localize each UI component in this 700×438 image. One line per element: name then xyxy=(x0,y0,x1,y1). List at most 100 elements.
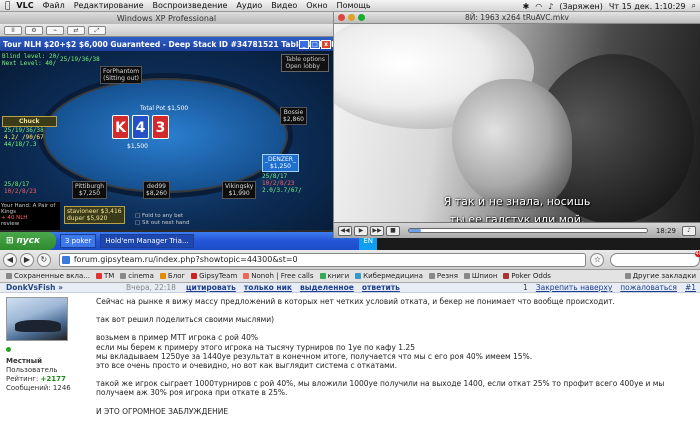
reload-icon[interactable]: ↻ xyxy=(36,252,51,267)
video-controls: ◀◀ ▶ ▶▶ ■ 18:29 ♪ xyxy=(334,222,700,238)
search-field[interactable]: 40 xyxy=(610,250,700,267)
seat-vikingsky[interactable]: Vikingsky $1,990 xyxy=(222,181,257,199)
start-button[interactable]: ⊞ пуск xyxy=(0,232,56,250)
language-indicator[interactable]: EN xyxy=(363,237,373,245)
sit-out-checkbox[interactable]: □ Sit out next hand xyxy=(135,220,189,227)
next-level: Next Level: 40/ xyxy=(2,60,57,67)
complain-link[interactable]: пожаловаться xyxy=(620,283,677,292)
menu-app-name[interactable]: VLC xyxy=(16,1,33,10)
post-paragraph-5: И ЭТО ОГРОМНОЕ ЗАБЛУЖДЕНИЕ xyxy=(96,406,229,416)
online-status-icon xyxy=(6,347,11,352)
taskbar-item-poker[interactable]: 3 poker xyxy=(60,234,97,248)
zoom-window-icon[interactable] xyxy=(358,14,365,21)
wifi-icon[interactable]: ◠ xyxy=(535,2,542,11)
seat-name: ded99 xyxy=(147,183,166,190)
seat-name: Vikingsky xyxy=(225,183,254,190)
battery-status[interactable]: (Заряжен) xyxy=(559,2,603,11)
seat-bossie[interactable]: Bossie $2,860 xyxy=(280,107,307,125)
volume-icon[interactable]: ♪ xyxy=(548,2,553,11)
bookmark-item[interactable]: Шпион xyxy=(463,272,497,280)
volume-slider-icon[interactable]: ♪ xyxy=(682,225,696,236)
avatar[interactable] xyxy=(6,297,68,341)
seat-hero[interactable]: stavioneer $3,416 duper $5,920 xyxy=(64,206,125,224)
fullscreen-icon[interactable]: ⤢ xyxy=(88,25,106,35)
bookmark-label: Кибермедицина xyxy=(363,272,423,280)
address-bar[interactable]: forum.gipsyteam.ru/index.php?showtopic=4… xyxy=(58,252,587,267)
menu-window[interactable]: Окно xyxy=(306,1,327,10)
apple-icon[interactable]:  xyxy=(5,1,10,11)
bookmark-item[interactable]: Poker Odds xyxy=(503,272,551,280)
back-icon[interactable]: ◀ xyxy=(3,252,17,267)
seat-name: Bossie xyxy=(283,109,304,116)
seat-chuck[interactable]: Chuck xyxy=(2,116,57,127)
menu-help[interactable]: Помощь xyxy=(337,1,371,10)
share-icon[interactable]: ⇄ xyxy=(67,25,85,35)
pin-top-link[interactable]: Закрепить наверху xyxy=(536,283,612,292)
seat-ded99[interactable]: ded99 $8,260 xyxy=(143,181,170,199)
maximize-icon[interactable]: □ xyxy=(310,39,320,49)
bookmark-item[interactable]: Блог xyxy=(159,272,185,280)
reply-button[interactable]: ответить xyxy=(362,283,400,292)
poker-table-area: Blind level: 20/ Next Level: 40/ Table o… xyxy=(0,51,333,230)
fast-forward-icon[interactable]: ▶▶ xyxy=(370,225,384,236)
post-paragraph-2: так вот решил поделиться своими мыслями) xyxy=(96,315,275,325)
bookmark-item[interactable]: ТМ xyxy=(95,272,115,280)
bookmark-item[interactable]: Кибермедицина xyxy=(355,272,423,280)
seat-name: stavioneer $3,416 xyxy=(67,208,122,215)
hud-stat: 4.2/ /90/67 xyxy=(4,134,44,141)
other-bookmarks[interactable]: Другие закладки xyxy=(624,272,696,280)
cinema-icon xyxy=(120,273,127,279)
bookmark-item[interactable]: Резня xyxy=(428,272,458,280)
seat-stack: $8,260 xyxy=(146,190,167,197)
post-number-link[interactable]: #1 xyxy=(685,283,696,292)
xp-vm-window: Windows XP Professional II ⚙ ⌁ ⇄ ⤢ Tour … xyxy=(0,12,333,250)
bookmark-label: ТМ xyxy=(103,272,115,280)
bookmark-item[interactable]: GipsyTeam xyxy=(191,272,237,280)
sit-out-label: Sit out next hand xyxy=(141,220,190,226)
settings-icon[interactable]: ⚙ xyxy=(25,25,43,35)
menu-playback[interactable]: Воспроизведение xyxy=(153,1,228,10)
video-frame[interactable]: Я так и не знала, носишь ты ее галстук и… xyxy=(334,24,700,222)
window-controls xyxy=(338,14,365,21)
menu-video[interactable]: Видео xyxy=(271,1,297,10)
forward-icon[interactable]: ▶ xyxy=(19,252,34,267)
nick-only-button[interactable]: только ник xyxy=(244,283,292,292)
stop-icon[interactable]: ■ xyxy=(386,225,400,236)
vlc-video-window: 8Й: 1963 x264 tRuAVC.mkv Я так и не знал… xyxy=(333,12,700,238)
clock[interactable]: Чт 15 дек. 1:10:29 xyxy=(609,2,686,11)
bluetooth-icon[interactable]: ✱ xyxy=(523,2,530,11)
close-window-icon[interactable] xyxy=(338,14,345,21)
rewind-icon[interactable]: ◀◀ xyxy=(338,225,352,236)
play-icon[interactable]: ▶ xyxy=(354,225,368,236)
minimize-icon[interactable]: _ xyxy=(299,39,309,49)
seek-bar[interactable] xyxy=(408,228,648,233)
forum-post: DonkVsFish » Вчера, 22:18 цитировать тол… xyxy=(0,283,700,438)
bookmark-label: книги xyxy=(327,272,350,280)
seat-forphantom[interactable]: ForPhantom (Sitting out) xyxy=(100,66,143,84)
spotlight-icon[interactable]: ⌕ xyxy=(692,1,696,11)
fold-to-any-bet-checkbox[interactable]: □ Fold to any bet xyxy=(135,213,189,220)
seat-denzer[interactable]: _DENZER_ $1,250 xyxy=(262,154,299,172)
close-icon[interactable]: x xyxy=(321,39,331,49)
taskbar-item-holdem-manager[interactable]: Hold'em Manager Tria... xyxy=(100,234,194,248)
bookmark-item[interactable]: cinema xyxy=(120,272,154,280)
bookmarks-bar: Сохраненные вкла... ТМ cinema Блог Gipsy… xyxy=(0,270,700,283)
bookmark-item[interactable]: Сохраненные вкла... xyxy=(6,272,90,280)
notification-badge[interactable]: 40 xyxy=(694,250,700,257)
minimize-window-icon[interactable] xyxy=(348,14,355,21)
menu-audio[interactable]: Аудио xyxy=(236,1,262,10)
chat-box[interactable]: Your Hand: A Pair of Kings + 40 NLH revi… xyxy=(0,202,60,230)
bookmark-star-icon[interactable]: ☆ xyxy=(590,252,605,267)
menu-edit[interactable]: Редактирование xyxy=(74,1,144,10)
pause-icon[interactable]: II xyxy=(4,25,22,35)
bookmark-item[interactable]: книги xyxy=(319,272,350,280)
table-options-button[interactable]: Table options Open lobby xyxy=(281,54,329,72)
menu-file[interactable]: Файл xyxy=(43,1,65,10)
poker-window-buttons: _ □ x xyxy=(299,39,331,49)
seat-pittiburgh[interactable]: Pittiburgh $7,250 xyxy=(72,181,108,199)
bookmark-item[interactable]: Nonoh | Free calls xyxy=(243,272,314,280)
selected-button[interactable]: выделенное xyxy=(300,283,354,292)
usb-icon[interactable]: ⌁ xyxy=(46,25,64,35)
address-text: forum.gipsyteam.ru/index.php?showtopic=4… xyxy=(73,254,298,264)
quote-button[interactable]: цитировать xyxy=(186,283,236,292)
